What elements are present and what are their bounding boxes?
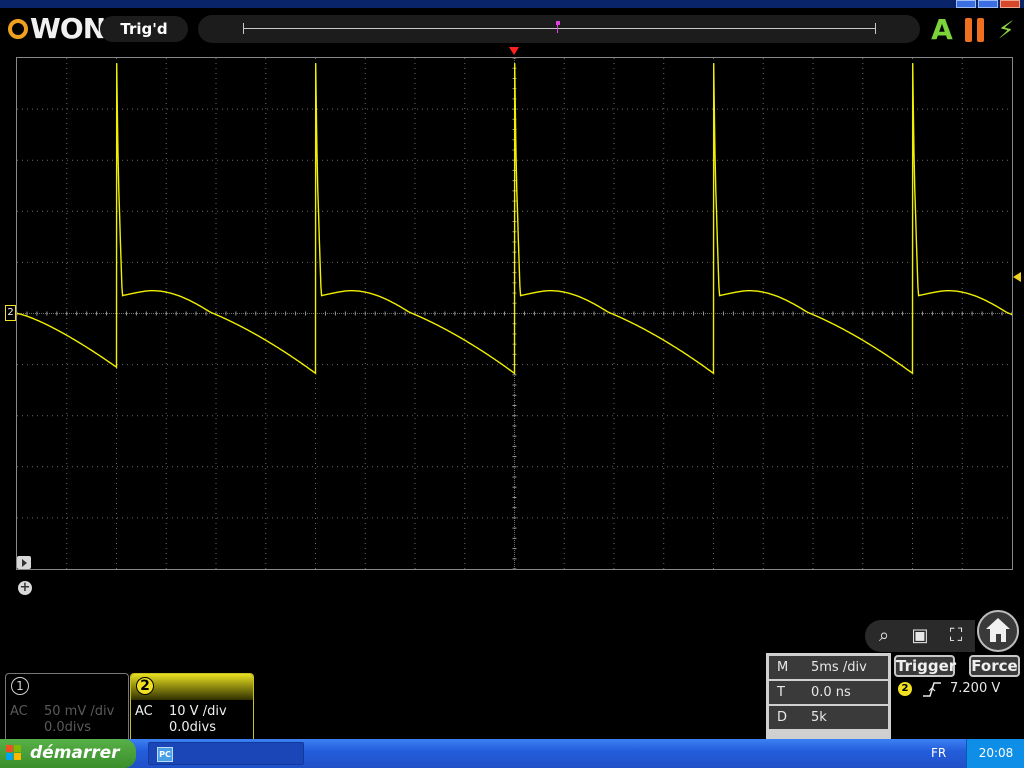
home-icon[interactable] [977,610,1019,652]
timeline-right-cap [875,23,876,34]
timeline-position-marker[interactable] [556,21,560,33]
timebase-key: M [777,660,789,675]
trigger-status-badge: Trig'd [100,16,188,42]
depth-row: D 5k [769,706,888,729]
channel-1-offset: 0.0divs [44,720,92,735]
trigger-time-row: T 0.0 ns [769,681,888,704]
memory-timeline[interactable] [198,15,920,43]
channel-1-scale: 50 mV /div [44,704,115,719]
channel-2-coupling: AC [135,704,153,719]
horizontal-panel[interactable]: M 5ms /div T 0.0 ns D 5k [766,653,891,739]
pause-icon[interactable] [963,18,987,42]
save-icon[interactable]: ▣ [907,624,933,648]
home-roof [986,618,1010,629]
pause-bar-right [977,18,984,42]
channel-2-panel[interactable]: 2 AC 10 V /div 0.0divs [130,673,254,739]
trigger-position-marker[interactable] [509,47,519,55]
channel-2-scale: 10 V /div [169,704,227,719]
scope-screen[interactable] [16,57,1013,570]
channel-1-number: 1 [11,677,29,695]
channel-2-offset: 0.0divs [169,720,217,735]
trigger-time-value: 0.0 ns [811,685,851,700]
start-label: démarrer [30,743,120,763]
rising-edge-icon [923,682,941,697]
taskbar-app-item[interactable]: PC [148,742,304,765]
timeline-left-cap [243,23,244,34]
logo-ring-icon [8,19,28,39]
timeline-track [243,28,875,29]
channel-2-number: 2 [136,677,154,695]
trigger-button[interactable]: Trigger [894,655,956,677]
logo-text: WON [30,12,106,45]
home-door [996,634,1001,642]
close-window-button[interactable] [1000,0,1020,8]
owon-logo: WON [8,12,106,45]
fit-icon[interactable]: ⛶ [943,624,969,648]
minimize-window-button[interactable] [956,0,976,8]
start-button[interactable]: démarrer [0,739,136,768]
trigger-level-value: 7.200 V [950,681,1001,696]
windows-taskbar: démarrer PC FR 20:08 [0,739,1024,768]
force-button[interactable]: Force [969,655,1020,677]
trigger-level-marker[interactable] [1013,272,1021,282]
windows-flag-icon [6,745,22,761]
oscilloscope-app: WON Trig'd A ⚡ 2 + ⌕ ▣ ⛶ 1 AC 50 mV /div… [0,0,1024,768]
maximize-window-button[interactable] [978,0,998,8]
pause-bar-left [965,18,972,42]
ch2-zero-marker[interactable]: 2 [5,305,16,321]
language-indicator[interactable]: FR [931,739,946,768]
zoom-icon[interactable]: ⌕ [871,624,897,648]
expand-menu-button[interactable] [17,556,31,569]
bolt-icon[interactable]: ⚡ [994,15,1018,45]
timebase-value: 5ms /div [811,660,867,675]
auto-icon[interactable]: A [928,15,956,45]
scope-canvas [17,58,1012,569]
tool-bar: ⌕ ▣ ⛶ [865,620,975,652]
trigger-panel: Trigger Force 2 7.200 V [892,653,1020,739]
depth-value: 5k [811,710,827,725]
timebase-row: M 5ms /div [769,656,888,679]
window-title-strip [0,0,1024,8]
trigger-time-key: T [777,685,785,700]
system-clock: 20:08 [966,739,1024,768]
depth-key: D [777,710,788,725]
channel-1-panel[interactable]: 1 AC 50 mV /div 0.0divs [5,673,129,739]
add-cursor-button[interactable]: + [18,581,32,595]
channel-1-coupling: AC [10,704,28,719]
trigger-source-badge: 2 [898,682,912,696]
timeline-marker-stem [557,25,558,33]
app-icon: PC [157,747,173,762]
header: WON Trig'd A ⚡ [0,8,1024,50]
